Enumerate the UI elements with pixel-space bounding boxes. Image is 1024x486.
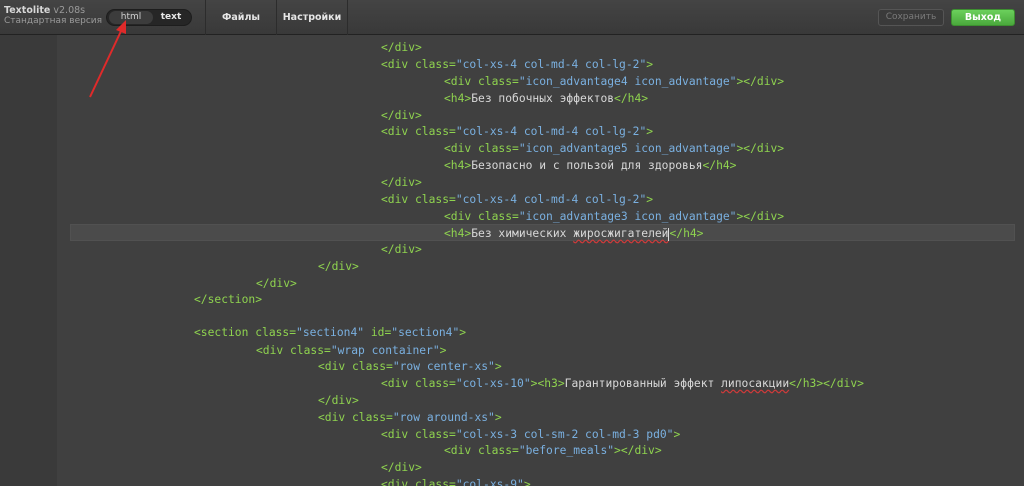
code-line: <div class="col-xs-4 col-md-4 col-lg-2"> <box>381 193 654 206</box>
code-line: </div> <box>381 41 422 54</box>
code-line: </div> <box>381 109 422 122</box>
code-editor[interactable]: </div> <div class="col-xs-4 col-md-4 col… <box>57 35 1024 486</box>
app-edition: Стандартная версия <box>4 16 103 26</box>
spellcheck-word: жиросжигателей <box>573 227 669 240</box>
save-button[interactable]: Сохранить <box>878 9 944 26</box>
code-line: <div class="col-xs-10"><h3>Гарантированн… <box>381 377 864 390</box>
code-line: <div class="row center-xs"> <box>318 360 502 373</box>
app-name: Textolite <box>4 5 51 16</box>
app-version: v2.08s <box>53 5 86 16</box>
code-line: </div> <box>381 176 422 189</box>
code-line: <div class="col-xs-9"> <box>381 478 531 486</box>
code-line: <div class="icon_advantage4 icon_advanta… <box>444 75 785 88</box>
exit-button[interactable]: Выход <box>951 9 1015 26</box>
code-line: </div> <box>256 277 297 290</box>
code-line: <div class="icon_advantage3 icon_advanta… <box>444 210 785 223</box>
code-line-active: <h4>Без химических жиросжигателей</h4> <box>444 227 704 241</box>
code-line: <div class="wrap container"> <box>256 344 447 357</box>
code-line: <div class="col-xs-4 col-md-4 col-lg-2"> <box>381 58 654 71</box>
code-line: <section class="section4" id="section4"> <box>194 326 467 339</box>
code-line: </div> <box>381 461 422 474</box>
spellcheck-word: липосакции <box>721 377 790 390</box>
code-line: </div> <box>318 394 359 407</box>
mode-switch[interactable]: html text <box>106 9 192 26</box>
mode-html-button[interactable]: html <box>109 11 153 24</box>
menu-files[interactable]: Файлы <box>206 0 276 35</box>
code-line: <h4>Безопасно и с пользой для здоровья</… <box>444 159 737 172</box>
code-line: </section> <box>194 293 263 306</box>
code-line: </div> <box>381 243 422 256</box>
editor-gutter <box>0 35 58 486</box>
code-line: <div class="col-xs-4 col-md-4 col-lg-2"> <box>381 125 654 138</box>
code-line: <h4>Без побочных эффектов</h4> <box>444 92 649 105</box>
code-line: <div class="row around-xs"> <box>318 411 502 424</box>
app-brand: Textolite v2.08s Стандартная версия <box>4 5 102 27</box>
toolbar: Textolite v2.08s Стандартная версия html… <box>0 0 1024 35</box>
code-line: <div class="icon_advantage5 icon_advanta… <box>444 142 785 155</box>
menu-settings[interactable]: Настройки <box>277 0 347 35</box>
code-line: </div> <box>318 260 359 273</box>
code-line: <div class="before_meals"></div> <box>444 444 662 457</box>
code-line: <div class="col-xs-3 col-sm-2 col-md-3 p… <box>381 428 681 441</box>
mode-text-button[interactable]: text <box>153 11 189 24</box>
menu-divider <box>347 0 348 35</box>
